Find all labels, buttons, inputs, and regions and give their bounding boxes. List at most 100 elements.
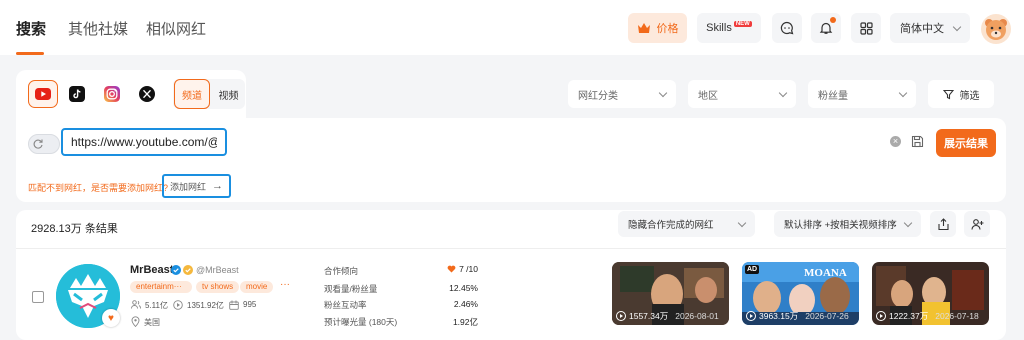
x-icon (139, 86, 155, 102)
filter-button[interactable]: 筛选 (928, 80, 994, 108)
save-icon (911, 135, 924, 148)
bear-avatar-icon (981, 14, 1011, 44)
tab-other-social[interactable]: 其他社媒 (68, 18, 128, 39)
video-date: 2026-07-26 (805, 311, 849, 321)
followers-icon (131, 300, 141, 309)
apps-button[interactable] (851, 13, 881, 43)
language-label: 简体中文 (900, 23, 944, 35)
video-views: 1222.37万 (889, 311, 929, 321)
chevron-down-icon (737, 218, 747, 227)
video-thumbnail[interactable]: MOANA AD 3963.15万 2026-07-26 (742, 262, 859, 325)
play-icon (746, 311, 756, 321)
divider (16, 248, 1006, 249)
metric-label: 预计曝光量 (180天) (324, 317, 398, 327)
chat-icon (780, 21, 794, 35)
chevron-down-icon (778, 88, 788, 97)
video-date: 2026-08-01 (675, 311, 719, 321)
chevron-down-icon (898, 88, 908, 97)
language-select[interactable]: 简体中文 (890, 13, 970, 43)
tab-similar-influencers[interactable]: 相似网红 (146, 18, 206, 39)
platform-x[interactable] (132, 80, 162, 108)
category-tag: entertainm··· (130, 281, 192, 293)
platform-tiktok[interactable] (62, 80, 92, 108)
metric-label: 合作倾向 (324, 266, 359, 276)
video-count-icon (229, 300, 239, 310)
notifications-button[interactable] (811, 13, 841, 43)
clear-icon[interactable]: × (890, 136, 901, 147)
video-meta: 1557.34万 2026-08-01 (616, 310, 719, 322)
chevron-down-icon (658, 88, 668, 97)
engagement-rate-value: 2.46% (453, 299, 478, 309)
views-ratio-value: 12.45% (449, 283, 478, 293)
region-filter[interactable]: 地区 (688, 80, 796, 108)
user-avatar[interactable] (981, 14, 1011, 44)
more-tags[interactable]: ··· (280, 279, 290, 290)
new-badge: NEW (733, 21, 752, 27)
funnel-icon (942, 89, 954, 99)
arrow-right-icon: → (212, 180, 223, 192)
video-count: 995 (243, 300, 257, 309)
verified-icon (171, 265, 181, 275)
metric-label: 观看量/粉丝量 (324, 284, 378, 294)
sort-dropdown[interactable]: 默认排序 +按相关视频排序 (774, 211, 921, 237)
notification-dot (830, 17, 836, 23)
grid-icon (859, 21, 873, 35)
add-person-button[interactable] (964, 211, 990, 237)
influencer-country: 美国 (144, 318, 160, 327)
messages-button[interactable] (772, 13, 802, 43)
sort-label: 默认排序 +按相关视频排序 (784, 220, 897, 231)
mode-channel[interactable]: 频道 (174, 79, 210, 109)
video-thumbnail[interactable]: 1222.37万 2026-07-18 (872, 262, 989, 325)
price-button[interactable]: 价格 (628, 13, 687, 43)
followers-filter-label: 粉丝量 (818, 90, 848, 102)
active-tab-indicator (16, 52, 44, 55)
results-count: 2928.13万 条结果 (31, 223, 118, 235)
platform-youtube[interactable] (28, 80, 58, 108)
followers-count: 5.11亿 (145, 301, 168, 310)
skills-label: Skills (706, 22, 732, 34)
total-views: 1351.92亿 (187, 301, 224, 310)
no-match-hint: 匹配不到网红，是否需要添加网红? (28, 183, 169, 193)
favorite-button[interactable]: ♥ (102, 309, 120, 327)
crown-icon (637, 23, 650, 33)
hide-completed-label: 隐藏合作完成的网红 (628, 220, 714, 231)
add-influencer-label: 添加网红 (169, 181, 206, 192)
svg-text:MOANA: MOANA (804, 267, 847, 279)
chevron-down-icon (903, 218, 913, 227)
url-search-input[interactable] (61, 128, 227, 156)
heart-rating-icon (447, 265, 456, 273)
play-icon (876, 311, 886, 321)
save-search-button[interactable] (911, 135, 924, 151)
search-mode-toggle[interactable] (28, 134, 60, 154)
badge-icon (183, 265, 193, 275)
show-results-button[interactable]: 展示结果 (936, 129, 996, 157)
cooperation-score-value: 7 /10 (459, 264, 478, 274)
category-tag: tv shows (196, 281, 240, 293)
play-icon (616, 311, 626, 321)
views-icon (173, 300, 183, 310)
location-icon (131, 316, 140, 327)
add-influencer-button[interactable]: 添加网红 → (162, 174, 231, 198)
cooperation-score: 7 /10 (444, 264, 478, 274)
video-thumbnail[interactable]: 1557.34万 2026-08-01 (612, 262, 729, 325)
category-filter[interactable]: 网红分类 (568, 80, 676, 108)
refresh-icon (33, 139, 43, 149)
platform-instagram[interactable] (97, 80, 127, 108)
skills-button[interactable]: Skills NEW (697, 13, 761, 43)
instagram-icon (104, 86, 120, 102)
mode-video[interactable]: 视频 (212, 79, 245, 109)
followers-filter[interactable]: 粉丝量 (808, 80, 916, 108)
video-meta: 1222.37万 2026-07-18 (876, 310, 979, 322)
estimated-exposure-value: 1.92亿 (452, 317, 478, 327)
video-views: 1557.34万 (629, 311, 669, 321)
hide-completed-dropdown[interactable]: 隐藏合作完成的网红 (618, 211, 755, 237)
influencer-name[interactable]: MrBeast (130, 264, 173, 276)
video-meta: 3963.15万 2026-07-26 (746, 310, 849, 322)
export-button[interactable] (930, 211, 956, 237)
tab-search[interactable]: 搜索 (16, 18, 46, 39)
influencer-handle: @MrBeast (196, 265, 239, 275)
heart-icon: ♥ (108, 312, 114, 324)
video-date: 2026-07-18 (935, 311, 979, 321)
region-filter-label: 地区 (698, 90, 718, 102)
row-checkbox[interactable] (32, 291, 44, 303)
